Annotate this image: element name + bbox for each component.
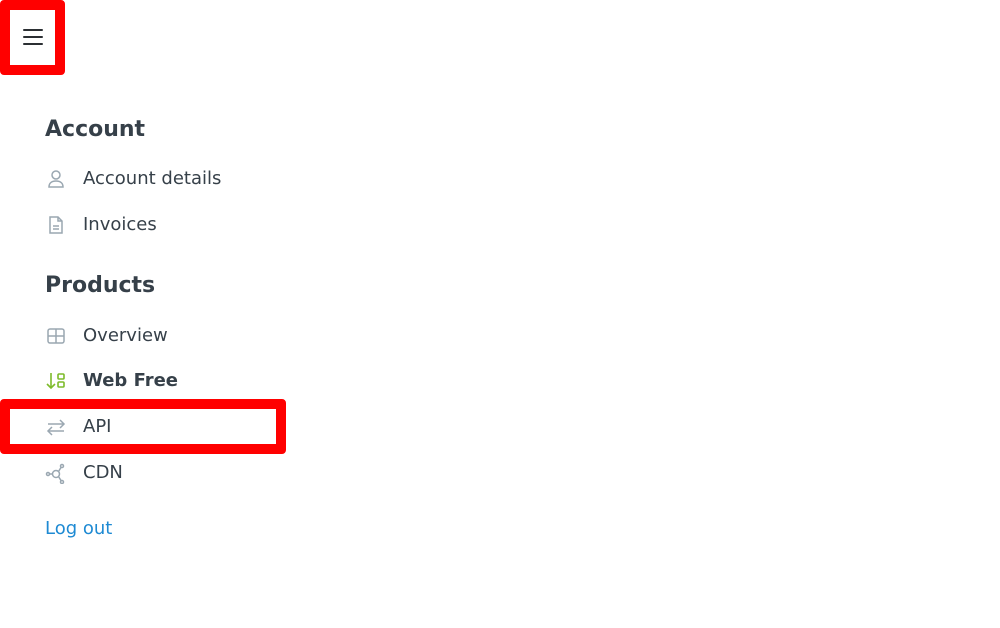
grid-icon [45,325,67,347]
sort-down-icon [45,370,67,392]
user-icon [45,168,67,190]
nav-item-web-free[interactable]: Web Free [45,366,178,396]
nav-item-label: Web Free [83,370,179,391]
nav-item-label: API [83,416,112,437]
products-heading: Products [45,273,156,298]
account-heading: Account [45,117,146,142]
nav-item-api[interactable]: API [45,412,111,442]
swap-arrows-icon [45,416,67,438]
nav-item-account-details[interactable]: Account details [45,164,221,194]
nav-item-label: Invoices [83,214,157,235]
nav-item-cdn[interactable]: CDN [45,458,123,488]
nav-item-label: Account details [83,168,222,189]
document-icon [45,214,67,236]
network-icon [45,462,67,484]
nav-item-label: Overview [83,325,168,346]
menu-toggle-button[interactable] [0,0,65,75]
logout-link[interactable]: Log out [45,517,112,541]
nav-item-overview[interactable]: Overview [45,321,168,351]
api-highlight-box [0,399,286,454]
hamburger-icon [23,29,43,46]
nav-item-label: CDN [83,462,123,483]
nav-item-invoices[interactable]: Invoices [45,210,157,240]
